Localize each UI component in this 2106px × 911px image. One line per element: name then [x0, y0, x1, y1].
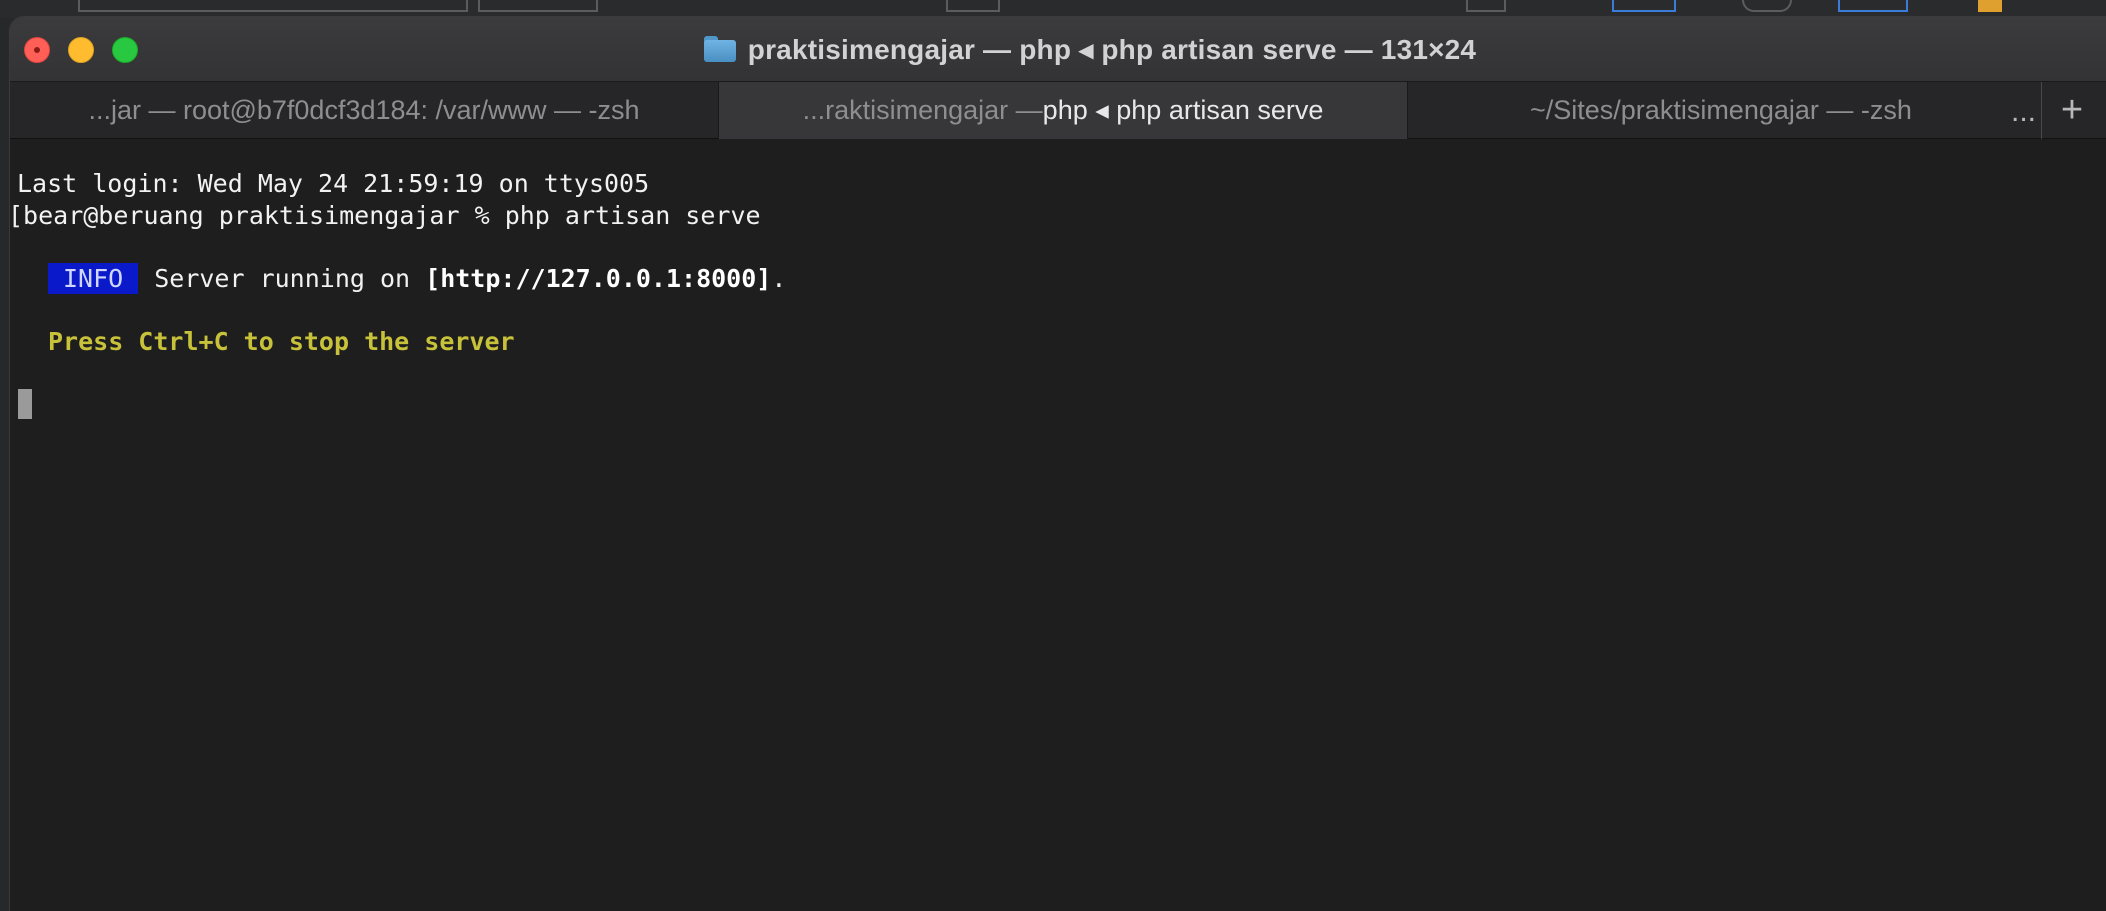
tab-overflow-button[interactable]: ...	[2006, 82, 2042, 139]
background-window-edge	[946, 0, 1000, 12]
new-tab-button[interactable]: +	[2042, 82, 2102, 139]
background-window-edge	[1612, 0, 1676, 12]
desktop-background	[0, 0, 2106, 18]
text-cursor	[18, 389, 32, 419]
server-info-line: INFO Server running on [http://127.0.0.1:…	[48, 263, 787, 294]
tab-bar: ...jar — root@b7f0dcf3d184: /var/www — -…	[10, 81, 2106, 139]
tab-root-zsh[interactable]: ...jar — root@b7f0dcf3d184: /var/www — -…	[10, 82, 718, 139]
tab-label-path: ...raktisimengajar —	[802, 95, 1043, 125]
command-line: [bear@beruang praktisimengajar % php art…	[10, 201, 761, 230]
close-button[interactable]	[24, 37, 50, 63]
title-bar[interactable]: praktisimengajar — php ◂ php artisan ser…	[10, 17, 2106, 81]
terminal-output[interactable]: Last login: Wed May 24 21:59:19 on ttys0…	[10, 139, 2106, 911]
stop-hint-line: Press Ctrl+C to stop the server	[48, 327, 515, 356]
tab-label-process: php ◂ php artisan serve	[1042, 95, 1324, 125]
tab-label: ...jar — root@b7f0dcf3d184: /var/www — -…	[88, 95, 640, 125]
server-text-end: .	[771, 264, 787, 293]
background-window-edge	[1466, 0, 1506, 12]
screen: praktisimengajar — php ◂ php artisan ser…	[0, 0, 2106, 911]
background-window-edge	[1978, 0, 2002, 12]
tab-label: ~/Sites/praktisimengajar — -zsh	[1530, 95, 1912, 125]
server-text: Server running on	[154, 264, 426, 293]
background-window-edge	[478, 0, 598, 12]
background-window-edge	[1838, 0, 1908, 12]
background-window-edge	[78, 0, 468, 12]
tab-sites-zsh[interactable]: ~/Sites/praktisimengajar — -zsh	[1408, 82, 2056, 139]
terminal-window: praktisimengajar — php ◂ php artisan ser…	[10, 17, 2106, 911]
window-title: praktisimengajar — php ◂ php artisan ser…	[703, 33, 1477, 66]
folder-icon	[703, 36, 736, 62]
window-title-text: praktisimengajar — php ◂ php artisan ser…	[747, 33, 1477, 65]
server-url[interactable]: [http://127.0.0.1:8000]	[425, 264, 771, 293]
last-login-line: Last login: Wed May 24 21:59:19 on ttys0…	[17, 169, 650, 198]
background-window-edge	[1742, 0, 1792, 12]
tab-artisan-serve[interactable]: ...raktisimengajar — php ◂ php artisan s…	[718, 82, 1408, 139]
maximize-button[interactable]	[112, 37, 138, 63]
minimize-button[interactable]	[68, 37, 94, 63]
info-badge: INFO	[48, 263, 139, 294]
